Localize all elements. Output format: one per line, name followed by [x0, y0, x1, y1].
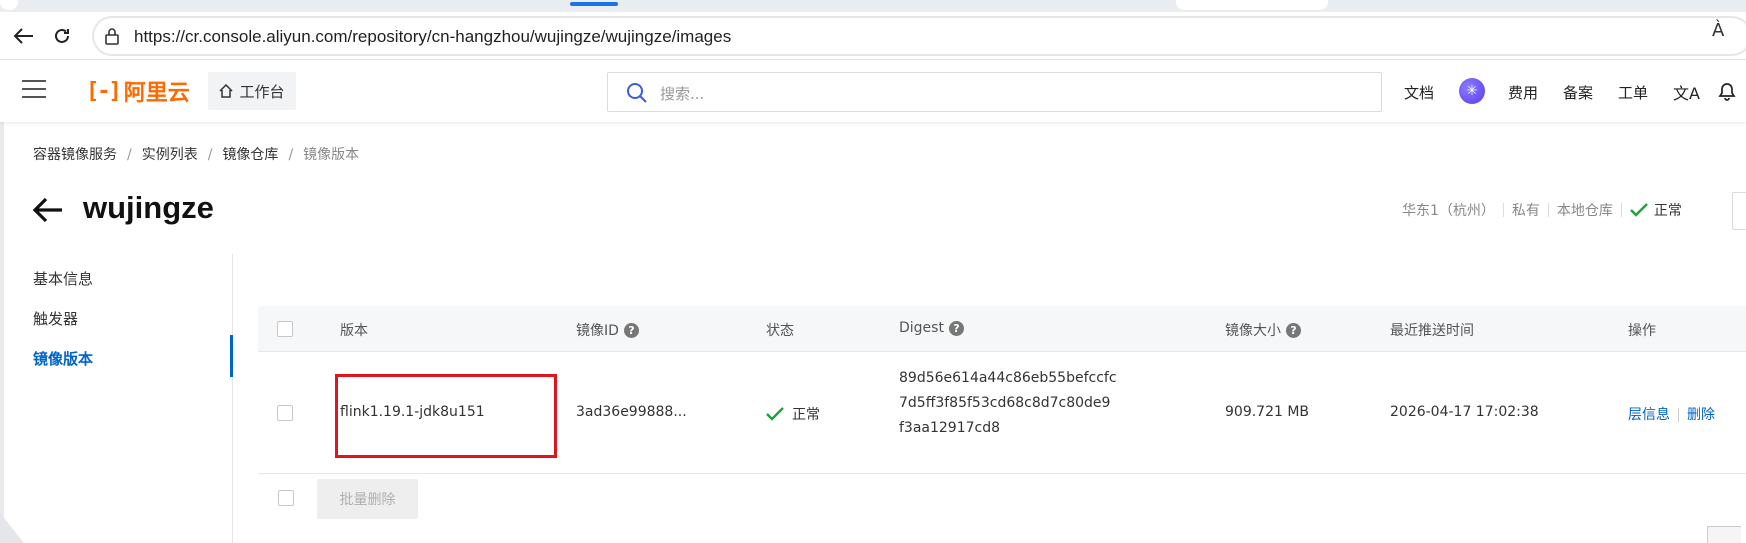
help-icon[interactable]: ?: [948, 320, 964, 336]
search-input[interactable]: 搜索...: [607, 72, 1382, 112]
check-icon: [766, 407, 784, 421]
sidenav-active-indicator: [230, 335, 233, 377]
icp-link[interactable]: 备案: [1563, 82, 1593, 103]
side-nav: [0, 254, 233, 543]
cell-actions: 层信息 删除: [1628, 404, 1715, 424]
browser-tab-edge[interactable]: [0, 0, 18, 10]
repo-status: 正常: [1630, 200, 1682, 220]
lock-icon: [105, 28, 119, 45]
batch-select-checkbox[interactable]: [278, 490, 294, 506]
console-header: [-] 阿里云 工作台 搜索... 文档 ✳ 费用 备案 工单 文A: [0, 60, 1746, 122]
back-button[interactable]: [10, 22, 38, 50]
meta-divider: [1620, 203, 1622, 217]
repo-type: 本地仓库: [1556, 203, 1613, 219]
column-header-pushed: 最近推送时间: [1390, 323, 1474, 339]
ai-assistant-icon[interactable]: ✳: [1459, 78, 1485, 104]
version-highlight-box: [335, 374, 557, 458]
sidenav-item-image-versions[interactable]: 镜像版本: [33, 348, 93, 369]
url-field[interactable]: https://cr.console.aliyun.com/repository…: [92, 16, 1746, 56]
aliyun-logo-mark: [-]: [86, 78, 122, 104]
column-header-status: 状态: [766, 323, 794, 339]
column-header-digest: Digest?: [899, 320, 964, 336]
workbench-label: 工作台: [239, 82, 285, 101]
breadcrumb: 容器镜像服务 / 实例列表 / 镜像仓库 / 镜像版本: [33, 144, 359, 164]
pagination-edge[interactable]: [1707, 526, 1741, 543]
breadcrumb-item[interactable]: 实例列表: [142, 147, 198, 163]
sidenav-item-basic-info[interactable]: 基本信息: [33, 268, 93, 289]
back-arrow-icon[interactable]: [32, 196, 64, 224]
digest-line: 89d56e614a44c86eb55befccfc: [899, 370, 1117, 386]
aliyun-logo[interactable]: [-] 阿里云: [86, 76, 190, 107]
arrow-left-icon: [13, 28, 33, 44]
row-checkbox[interactable]: [277, 405, 293, 421]
cell-pushed-time: 2026-04-17 17:02:38: [1390, 404, 1539, 420]
repo-visibility: 私有: [1511, 203, 1540, 219]
browser-tab-active[interactable]: [1176, 0, 1328, 10]
cell-size: 909.721 MB: [1225, 404, 1310, 420]
help-icon[interactable]: ?: [623, 322, 639, 338]
breadcrumb-separator: /: [127, 147, 132, 163]
batch-delete-button[interactable]: 批量删除: [317, 479, 418, 519]
tickets-link[interactable]: 工单: [1618, 82, 1648, 103]
digest-line: f3aa12917cd8: [899, 420, 1001, 436]
check-icon: [1630, 203, 1648, 217]
cell-status: 正常: [766, 404, 820, 424]
language-icon[interactable]: 文A: [1673, 80, 1700, 104]
meta-divider: [1502, 203, 1504, 217]
repo-meta: 华东1（杭州） 私有 本地仓库 正常: [1402, 200, 1682, 220]
digest-line: 7d5ff3f85f53cd68c8d7c80de9: [899, 395, 1111, 411]
breadcrumb-item[interactable]: 容器镜像服务: [33, 147, 117, 163]
column-header-size: 镜像大小?: [1225, 320, 1301, 340]
repo-region: 华东1（杭州）: [1402, 203, 1495, 219]
url-text: https://cr.console.aliyun.com/repository…: [134, 27, 732, 46]
tab-loading-indicator: [570, 2, 618, 6]
action-divider: [1678, 408, 1679, 422]
cell-image-id: 3ad36e99888...: [576, 404, 687, 420]
search-icon: [627, 83, 647, 103]
breadcrumb-separator: /: [288, 147, 294, 163]
reload-button[interactable]: [48, 22, 76, 50]
select-all-checkbox[interactable]: [277, 321, 293, 337]
aliyun-logo-text: 阿里云: [123, 81, 190, 106]
delete-link[interactable]: 删除: [1687, 407, 1715, 423]
breadcrumb-current: 镜像版本: [303, 147, 360, 163]
column-header-label: 镜像大小: [1225, 323, 1281, 339]
browser-tab-strip: [0, 0, 1746, 12]
table-header: 版本 镜像ID? 状态 Digest? 镜像大小? 最近推送时间 操作: [258, 306, 1746, 352]
workbench-button[interactable]: 工作台: [208, 72, 296, 110]
read-aloud-button[interactable]: À: [1712, 20, 1724, 41]
column-header-label: 镜像ID: [576, 323, 619, 339]
cell-digest: 89d56e614a44c86eb55befccfc 7d5ff3f85f53c…: [899, 366, 1117, 441]
home-icon: [219, 84, 234, 98]
menu-icon[interactable]: [22, 80, 46, 100]
column-header-actions: 操作: [1628, 323, 1656, 339]
cell-status-text: 正常: [792, 407, 820, 423]
help-icon[interactable]: ?: [1286, 322, 1301, 338]
breadcrumb-item[interactable]: 镜像仓库: [222, 147, 278, 163]
column-header-version: 版本: [340, 323, 368, 339]
search-placeholder: 搜索...: [660, 85, 705, 103]
window-corner: [0, 513, 24, 543]
column-header-image-id: 镜像ID?: [576, 320, 639, 340]
sidenav-item-triggers[interactable]: 触发器: [33, 308, 78, 329]
reload-icon: [55, 28, 69, 43]
bell-icon[interactable]: [1716, 80, 1738, 102]
layer-info-link[interactable]: 层信息: [1628, 407, 1670, 423]
browser-address-bar: https://cr.console.aliyun.com/repository…: [0, 12, 1746, 60]
meta-divider: [1547, 203, 1549, 217]
breadcrumb-separator: /: [207, 147, 213, 163]
repo-status-text: 正常: [1653, 203, 1682, 219]
page-title: wujingze: [83, 190, 214, 225]
docs-link[interactable]: 文档: [1404, 82, 1434, 103]
column-header-label: Digest: [899, 320, 944, 336]
repo-action-button[interactable]: [1732, 192, 1746, 230]
billing-link[interactable]: 费用: [1508, 82, 1538, 103]
